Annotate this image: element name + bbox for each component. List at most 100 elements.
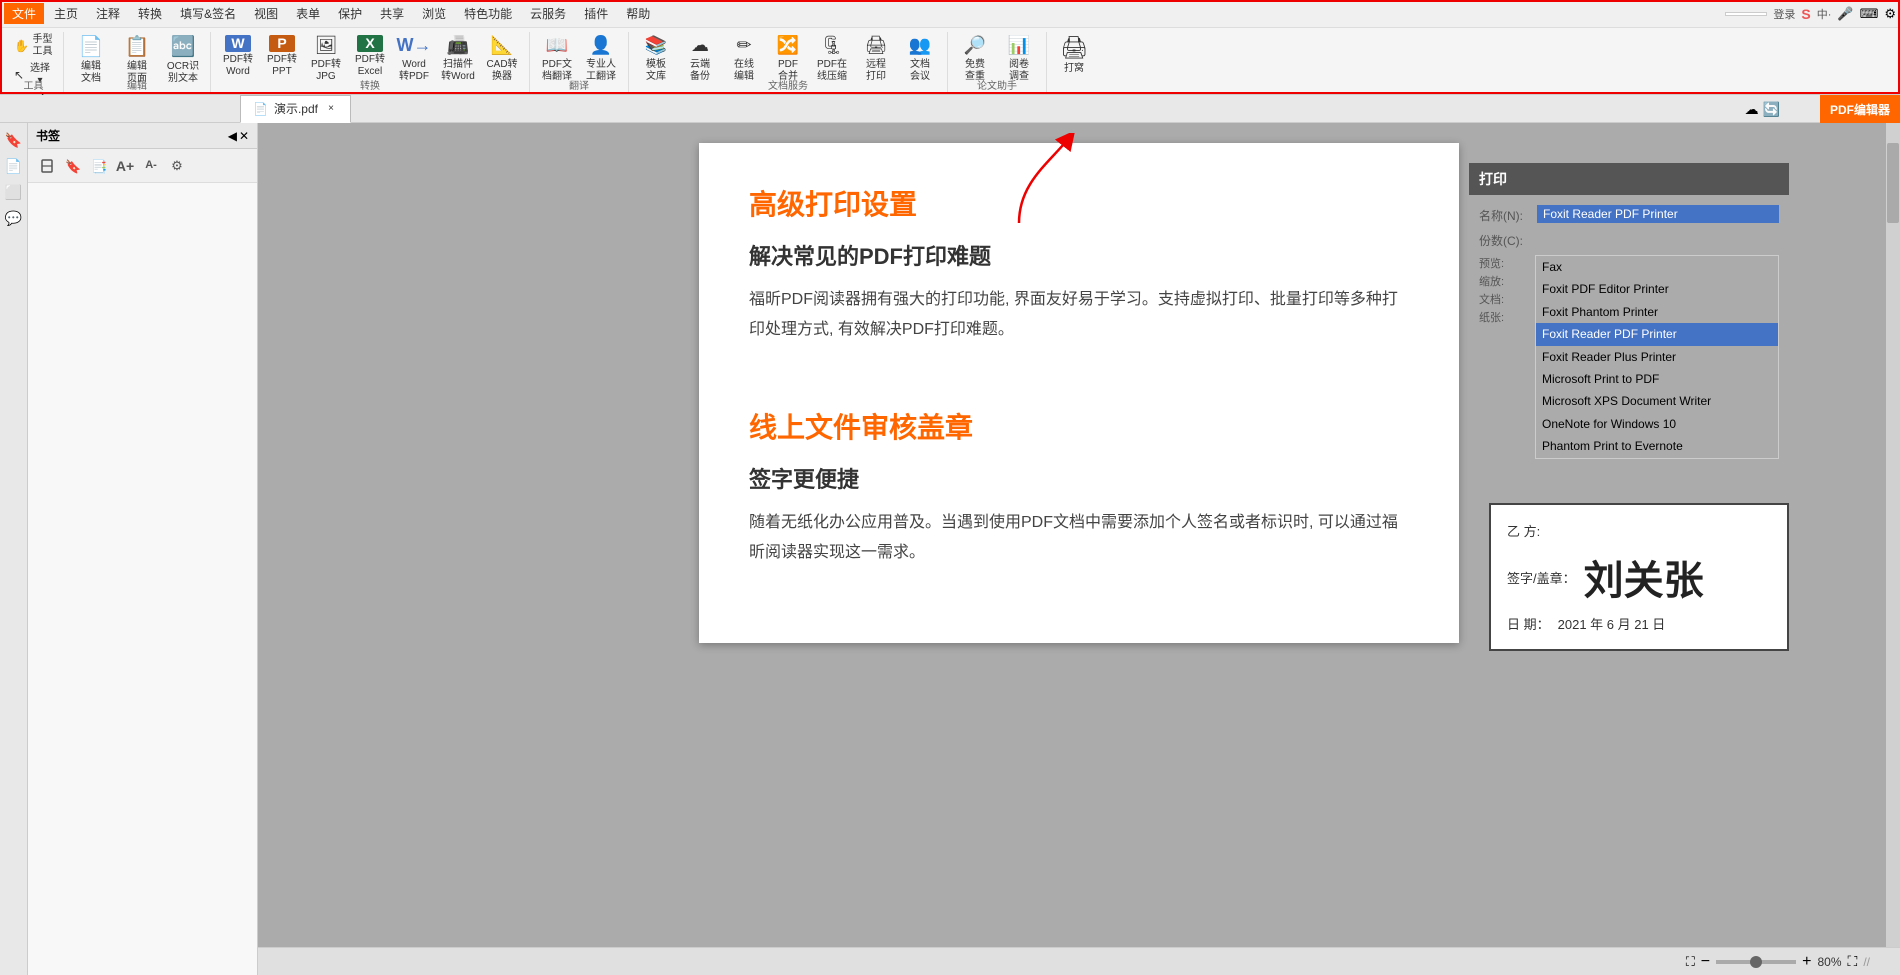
- tab-label: 演示.pdf: [274, 100, 318, 117]
- main-area: 🔖 📄 ⬜ 💬 书签 ◀ ✕ 🔖 �: [0, 123, 1900, 975]
- hand-tool-label: 手型工具: [32, 34, 53, 58]
- menu-special[interactable]: 特色功能: [456, 3, 520, 24]
- menu-cloud[interactable]: 云服务: [522, 3, 574, 24]
- ribbon-tools: ✋ 手型工具 ↖ 选择 ▾ 🔍 入 缩放 工具 📄 编辑 文档: [0, 28, 1900, 94]
- bookmark-sidebar: 书签 ◀ ✕ 🔖 📑 A+: [28, 123, 258, 975]
- vertical-icon-bar: 🔖 📄 ⬜ 💬: [0, 123, 28, 975]
- word-pdf-icon: W→: [400, 35, 428, 57]
- search-box[interactable]: [1725, 12, 1767, 16]
- menu-annotate[interactable]: 注释: [88, 3, 128, 24]
- printer-fax[interactable]: Fax: [1536, 256, 1778, 278]
- add-child-btn[interactable]: 🔖: [62, 155, 84, 177]
- party-label: 乙 方:: [1507, 521, 1540, 540]
- login-button[interactable]: 登录: [1773, 6, 1795, 22]
- settings-icon[interactable]: ⚙: [1884, 6, 1896, 22]
- convert-group-label: 转换: [211, 77, 529, 92]
- printer-onenote[interactable]: OneNote for Windows 10: [1536, 413, 1778, 435]
- tab-close-btn[interactable]: ×: [324, 102, 338, 116]
- scan-icon: 📠: [444, 35, 472, 57]
- scroll-track[interactable]: [1886, 123, 1900, 947]
- ribbon-group-doc-service: 📚 模板 文库 ☁ 云端 备份 ✏ 在线 编辑 🔀 PDF 合并 🗜: [629, 32, 948, 94]
- zoom-label: 缩放:: [1479, 273, 1529, 289]
- printer-foxit-editor[interactable]: Foxit PDF Editor Printer: [1536, 278, 1778, 300]
- section2: 线上文件审核盖章 签字更便捷 随着无纸化办公应用普及。当遇到使用PDF文档中需要…: [749, 406, 1409, 569]
- print-window-btn[interactable]: 🖨 打窝: [1053, 32, 1095, 86]
- printer-name-field[interactable]: Foxit Reader PDF Printer: [1537, 205, 1779, 223]
- printer-foxit-plus[interactable]: Foxit Reader Plus Printer: [1536, 346, 1778, 368]
- printer-ms-xps[interactable]: Microsoft XPS Document Writer: [1536, 390, 1778, 412]
- read-check-icon: 📊: [1005, 35, 1033, 57]
- menu-form[interactable]: 表单: [288, 3, 328, 24]
- signature-panel: 乙 方: 签字/盖章： 刘关张 日 期： 2021 年 6 月 21 日: [1489, 503, 1789, 651]
- printer-list[interactable]: Fax Foxit PDF Editor Printer Foxit Phant…: [1535, 255, 1779, 459]
- paper-label: 纸张:: [1479, 309, 1529, 325]
- printer-evernote[interactable]: Phantom Print to Evernote: [1536, 435, 1778, 457]
- zoom-thumb[interactable]: [1750, 956, 1762, 968]
- tab-pdf-icon: 📄: [253, 102, 268, 116]
- menu-convert[interactable]: 转换: [130, 3, 170, 24]
- fit-page-icon[interactable]: ⛶: [1848, 953, 1858, 970]
- ribbon-group-tools: ✋ 手型工具 ↖ 选择 ▾ 🔍 入 缩放 工具: [4, 32, 64, 94]
- print-dialog-panel: 打印 名称(N): Foxit Reader PDF Printer 份数(C)…: [1469, 163, 1789, 475]
- menu-help[interactable]: 帮助: [618, 3, 658, 24]
- section2-body: 随着无纸化办公应用普及。当遇到使用PDF文档中需要添加个人签名或者标识时, 可以…: [749, 508, 1409, 569]
- sync-icon[interactable]: 🔄: [1763, 101, 1780, 118]
- ribbon-container: 文件 主页 注释 转换 填写&签名 视图 表单 保护 共享 浏览 特色功能 云服…: [0, 0, 1900, 95]
- pdf-area[interactable]: 高级打印设置 解决常见的PDF打印难题 福昕PDF阅读器拥有强大的打印功能, 界…: [258, 123, 1900, 975]
- tools-group-label: 工具: [4, 77, 63, 92]
- printer-foxit-phantom[interactable]: Foxit Phantom Printer: [1536, 301, 1778, 323]
- tab-bar: ☁ 🔄 📄 演示.pdf × PDF编辑器: [0, 95, 1900, 123]
- date-value: 2021 年 6 月 21 日: [1558, 614, 1666, 633]
- zoom-plus-btn[interactable]: +: [1802, 953, 1811, 971]
- increase-font-btn[interactable]: A+: [114, 155, 136, 177]
- decrease-font-btn[interactable]: A-: [140, 155, 162, 177]
- menu-browse[interactable]: 浏览: [414, 3, 454, 24]
- expand-icon[interactable]: ⛶: [1686, 954, 1695, 970]
- sidebar-header: 书签 ◀ ✕: [28, 123, 257, 149]
- translate-group-label: 翻译: [530, 77, 628, 92]
- remote-print-icon: 🖨: [862, 35, 890, 57]
- sig-name: 刘关张: [1584, 548, 1704, 606]
- comments-panel-btn[interactable]: 💬: [3, 207, 25, 229]
- sidebar-expand-btn[interactable]: ◀: [228, 129, 237, 143]
- layers-panel-btn[interactable]: ⬜: [3, 181, 25, 203]
- zoom-minus-btn[interactable]: −: [1701, 953, 1710, 971]
- menu-plugin[interactable]: 插件: [576, 3, 616, 24]
- online-edit-icon: ✏: [730, 35, 758, 57]
- zoom-value: 80%: [1817, 955, 1841, 969]
- section1-body: 福昕PDF阅读器拥有强大的打印功能, 界面友好易于学习。支持虚拟打印、批量打印等…: [749, 285, 1409, 346]
- mic-icon[interactable]: 🎤: [1837, 6, 1853, 22]
- tab-demo-pdf[interactable]: 📄 演示.pdf ×: [240, 95, 351, 123]
- hand-icon: ✋: [14, 39, 29, 53]
- menu-share[interactable]: 共享: [372, 3, 412, 24]
- add-bookmark-btn[interactable]: [36, 155, 58, 177]
- zoom-slider[interactable]: [1716, 960, 1796, 964]
- pdf-jpg-icon: 🖼: [312, 35, 340, 57]
- sidebar-settings-btn[interactable]: ⚙: [166, 155, 188, 177]
- hand-tool-btn[interactable]: ✋ 手型工具: [10, 32, 57, 60]
- menu-protect[interactable]: 保护: [330, 3, 370, 24]
- printer-ms-pdf[interactable]: Microsoft Print to PDF: [1536, 368, 1778, 390]
- cloud-sync-icon[interactable]: ☁: [1745, 101, 1759, 118]
- sidebar-collapse-btn[interactable]: ✕: [239, 129, 249, 143]
- menu-view[interactable]: 视图: [246, 3, 286, 24]
- menu-file[interactable]: 文件: [4, 3, 44, 24]
- sidebar-toolbar: 🔖 📑 A+ A- ⚙: [28, 149, 257, 183]
- menu-sign[interactable]: 填写&签名: [172, 3, 244, 24]
- scroll-thumb[interactable]: [1887, 143, 1899, 223]
- add-level-btn[interactable]: 📑: [88, 155, 110, 177]
- menu-home[interactable]: 主页: [46, 3, 86, 24]
- pages-panel-btn[interactable]: 📄: [3, 155, 25, 177]
- keyboard-icon[interactable]: ⌨: [1860, 6, 1879, 22]
- bookmark-panel-btn[interactable]: 🔖: [3, 129, 25, 151]
- section1-title: 高级打印设置: [749, 183, 1409, 223]
- ribbon-group-paper: 🔎 免费 查重 📊 阅卷 调查 论文助手: [948, 32, 1047, 94]
- ribbon-group-translate: 📖 PDF文 档翻译 👤 专业人 工翻译 翻译: [530, 32, 629, 94]
- compress-icon: 🗜: [818, 35, 846, 57]
- printer-foxit-reader[interactable]: Foxit Reader PDF Printer: [1536, 323, 1778, 345]
- edit-page-icon: 📋: [123, 35, 151, 59]
- ocr-icon: 🔤: [169, 35, 197, 59]
- cloud-icon: ☁: [686, 35, 714, 57]
- section1-subtitle: 解决常见的PDF打印难题: [749, 239, 1409, 271]
- cad-icon: 📐: [488, 35, 516, 57]
